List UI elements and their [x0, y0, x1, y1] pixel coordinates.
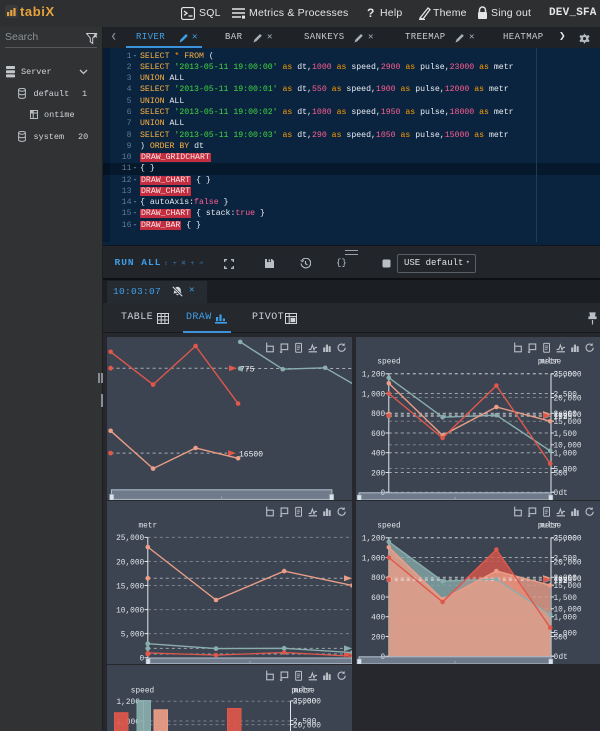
svg-text:1,500: 1,500 — [554, 431, 578, 439]
svg-text:5,000: 5,000 — [121, 631, 145, 639]
svg-text:3,000: 3,000 — [554, 372, 578, 380]
svg-text:3,000: 3,000 — [293, 699, 317, 707]
svg-text:1925: 1925 — [554, 414, 573, 422]
svg-text:speed: speed — [377, 523, 400, 531]
svg-text:400: 400 — [371, 615, 385, 623]
svg-text:1,200: 1,200 — [362, 536, 386, 544]
svg-text:metr: metr — [294, 688, 313, 696]
svg-text:2,500: 2,500 — [554, 555, 578, 563]
svg-text:600: 600 — [371, 595, 385, 603]
svg-text:10,000: 10,000 — [554, 443, 582, 451]
svg-text:1,000: 1,000 — [554, 451, 578, 459]
svg-text:1,000: 1,000 — [362, 391, 386, 399]
svg-text:20,000: 20,000 — [116, 559, 144, 567]
svg-text:1,000: 1,000 — [554, 615, 578, 623]
svg-text:speed: speed — [131, 688, 154, 696]
svg-text:1925: 1925 — [554, 578, 573, 586]
svg-text:10,000: 10,000 — [116, 607, 144, 615]
svg-text:dt: dt — [559, 490, 568, 498]
svg-text:600: 600 — [371, 431, 385, 439]
svg-text:500: 500 — [554, 470, 568, 478]
svg-text:1,200: 1,200 — [362, 372, 386, 380]
svg-text:800: 800 — [371, 411, 385, 419]
svg-text:15,000: 15,000 — [116, 583, 144, 591]
svg-text:16500: 16500 — [239, 450, 263, 459]
svg-text:20,000: 20,000 — [293, 722, 321, 730]
svg-text:0: 0 — [140, 656, 145, 664]
svg-text:10,000: 10,000 — [554, 607, 582, 615]
svg-text:speed: speed — [377, 359, 400, 367]
svg-text:2,500: 2,500 — [554, 391, 578, 399]
svg-text:400: 400 — [371, 451, 385, 459]
svg-text:1,000: 1,000 — [362, 555, 386, 563]
svg-text:3,000: 3,000 — [554, 536, 578, 544]
svg-text:25,000: 25,000 — [116, 535, 144, 543]
svg-text:metr: metr — [540, 359, 559, 367]
svg-text:775: 775 — [240, 365, 255, 374]
svg-text:metr: metr — [138, 523, 157, 531]
svg-text:500: 500 — [554, 634, 568, 642]
svg-text:metr: metr — [540, 523, 559, 531]
svg-text:200: 200 — [371, 470, 385, 478]
svg-text:dt: dt — [559, 654, 568, 662]
svg-text:200: 200 — [371, 634, 385, 642]
svg-text:800: 800 — [371, 575, 385, 583]
svg-text:1,500: 1,500 — [554, 595, 578, 603]
